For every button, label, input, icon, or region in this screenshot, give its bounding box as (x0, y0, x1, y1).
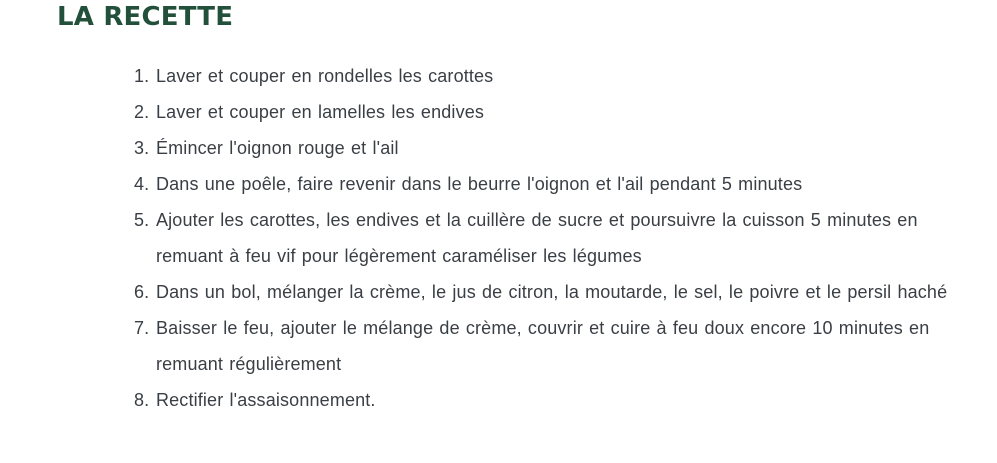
recipe-steps-list: 1. Laver et couper en rondelles les caro… (134, 58, 954, 418)
recipe-step-4: 4. Dans une poêle, faire revenir dans le… (134, 166, 954, 202)
step-text: Laver et couper en lamelles les endives (156, 102, 485, 122)
recipe-step-5: 5. Ajouter les carottes, les endives et … (134, 202, 954, 274)
recipe-title: LA RECETTE (57, 2, 234, 32)
step-number: 6. (134, 282, 150, 302)
recipe-step-3: 3. Émincer l'oignon rouge et l'ail (134, 130, 954, 166)
step-number: 5. (134, 210, 150, 230)
step-text: Ajouter les carottes, les endives et la … (156, 210, 918, 266)
step-number: 8. (134, 390, 150, 410)
recipe-step-2: 2. Laver et couper en lamelles les endiv… (134, 94, 954, 130)
step-text: Émincer l'oignon rouge et l'ail (156, 138, 399, 158)
recipe-step-7: 7. Baisser le feu, ajouter le mélange de… (134, 310, 954, 382)
step-number: 2. (134, 102, 150, 122)
step-number: 1. (134, 66, 150, 86)
recipe-step-8: 8. Rectifier l'assaisonnement. (134, 382, 954, 418)
step-number: 7. (134, 318, 150, 338)
step-text: Rectifier l'assaisonnement. (156, 390, 376, 410)
step-number: 3. (134, 138, 150, 158)
recipe-step-6: 6. Dans un bol, mélanger la crème, le ju… (134, 274, 954, 310)
recipe-step-1: 1. Laver et couper en rondelles les caro… (134, 58, 954, 94)
step-text: Laver et couper en rondelles les carotte… (156, 66, 494, 86)
step-text: Dans une poêle, faire revenir dans le be… (156, 174, 803, 194)
step-text: Dans un bol, mélanger la crème, le jus d… (156, 282, 948, 302)
step-number: 4. (134, 174, 150, 194)
step-text: Baisser le feu, ajouter le mélange de cr… (156, 318, 930, 374)
